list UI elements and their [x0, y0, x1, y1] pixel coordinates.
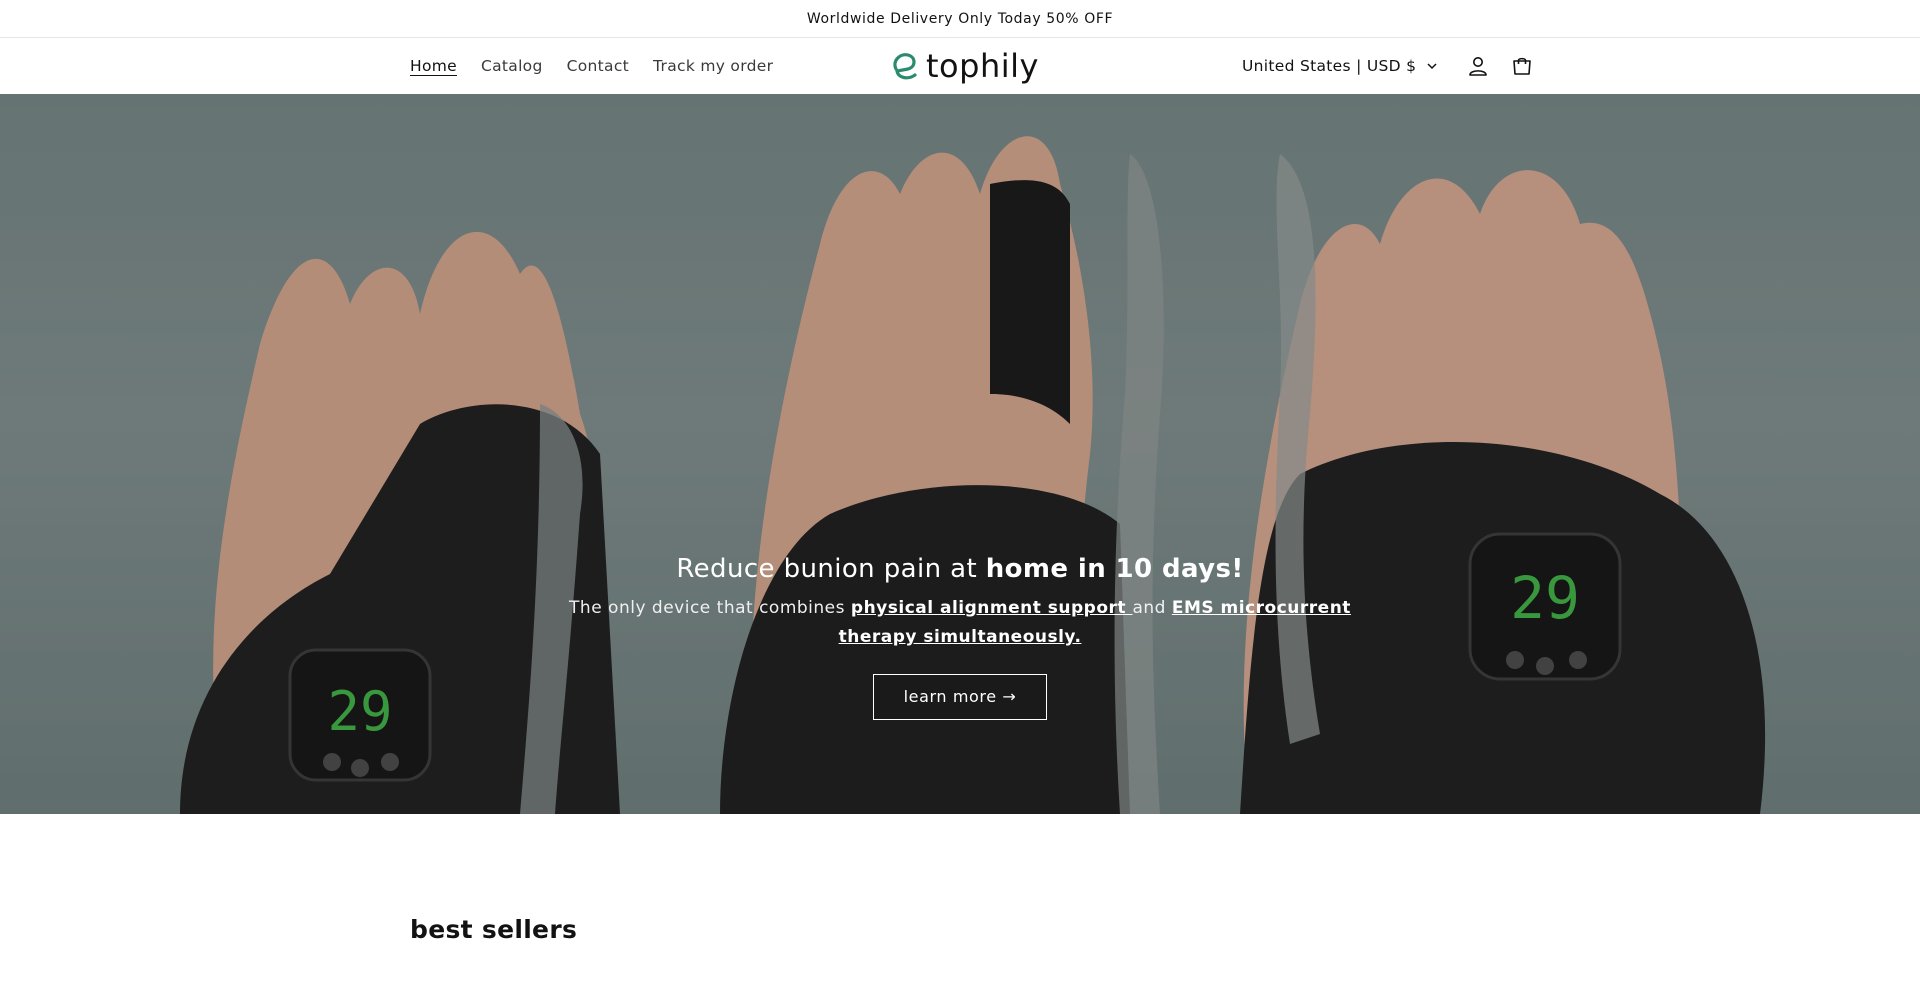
- account-icon: [1469, 57, 1488, 76]
- brand-name: tophily: [926, 47, 1039, 85]
- cart-button[interactable]: [1500, 44, 1544, 88]
- learn-more-button[interactable]: learn more →: [873, 674, 1047, 720]
- brand-logo[interactable]: tophily: [888, 46, 1039, 86]
- main-nav: Home Catalog Contact Track my order: [410, 38, 773, 94]
- hero-subtitle-prefix: The only device that combines: [569, 598, 851, 618]
- announcement-text: Worldwide Delivery Only Today 50% OFF: [806, 10, 1114, 27]
- link-physical-alignment[interactable]: physical alignment support: [851, 598, 1133, 618]
- cart-icon: [1513, 57, 1532, 75]
- hero-content: Reduce bunion pain at home in 10 days! T…: [0, 554, 1920, 720]
- header-utilities: United States | USD $: [1242, 38, 1544, 94]
- nav-catalog[interactable]: Catalog: [481, 57, 543, 75]
- account-button[interactable]: [1456, 44, 1500, 88]
- best-sellers-heading: best sellers: [410, 915, 578, 944]
- nav-home[interactable]: Home: [410, 57, 457, 75]
- nav-contact[interactable]: Contact: [567, 57, 629, 75]
- country-selector[interactable]: United States | USD $: [1242, 57, 1438, 75]
- hero-subtitle-mid: and: [1132, 598, 1172, 618]
- hero-title: Reduce bunion pain at home in 10 days!: [0, 554, 1920, 584]
- announcement-bar: Worldwide Delivery Only Today 50% OFF: [0, 0, 1920, 38]
- hero-banner: 29 29 Reduce bunion pain at home in 10 d…: [0, 94, 1920, 814]
- country-label: United States | USD $: [1242, 57, 1417, 75]
- chevron-down-icon: [1427, 63, 1437, 70]
- site-header: Home Catalog Contact Track my order toph…: [0, 38, 1920, 94]
- hero-title-prefix: Reduce bunion pain at: [676, 554, 986, 584]
- nav-track-order[interactable]: Track my order: [653, 57, 773, 75]
- logo-mark-icon: [893, 53, 917, 80]
- hero-subtitle: The only device that combines physical a…: [560, 594, 1360, 652]
- hero-title-bold: home in 10 days!: [985, 554, 1244, 584]
